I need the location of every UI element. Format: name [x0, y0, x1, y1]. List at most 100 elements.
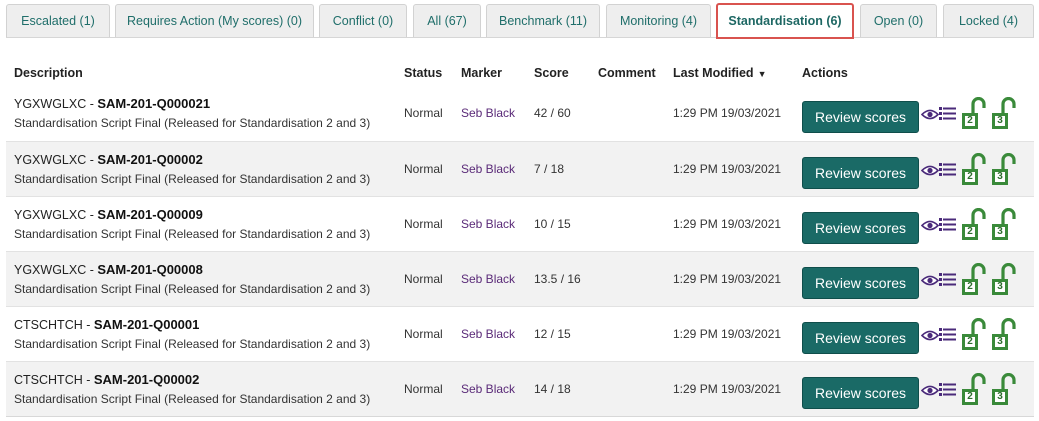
table-row: YGXWGLXC - SAM-201-Q00002 Standardisatio… [6, 141, 1034, 196]
list-icon[interactable] [939, 218, 956, 231]
script-subtitle: Standardisation Script Final (Released f… [14, 282, 371, 296]
tab-conflict[interactable]: Conflict (0) [319, 4, 407, 37]
list-icon[interactable] [939, 107, 956, 120]
tab-escalated[interactable]: Escalated (1) [6, 4, 110, 37]
unlocked-padlock-icon[interactable]: 2 [960, 373, 988, 407]
unlocked-padlock-icon[interactable]: 3 [990, 208, 1018, 242]
col-marker[interactable]: Marker [461, 66, 502, 80]
script-title: YGXWGLXC - SAM-201-Q00009 [14, 207, 203, 222]
sort-desc-icon: ▼ [757, 69, 767, 79]
review-scores-button[interactable]: Review scores [802, 101, 919, 133]
script-code: SAM-201-Q00009 [97, 207, 203, 222]
row-action-icons: 2 3 [920, 371, 1032, 407]
review-scores-button[interactable]: Review scores [802, 322, 919, 354]
row-action-icons: 2 3 [920, 316, 1032, 352]
unlocked-padlock-icon[interactable]: 3 [990, 97, 1018, 131]
col-last-modified[interactable]: Last Modified ▼ [673, 66, 766, 80]
table-row: YGXWGLXC - SAM-201-Q00009 Standardisatio… [6, 196, 1034, 251]
script-title: YGXWGLXC - SAM-201-Q000021 [14, 96, 210, 111]
eye-icon[interactable] [921, 220, 939, 231]
review-scores-button[interactable]: Review scores [802, 267, 919, 299]
tab-all[interactable]: All (67) [413, 4, 481, 37]
last-modified-text: 1:29 PM 19/03/2021 [673, 217, 782, 231]
status-text: Normal [404, 106, 443, 120]
score-text: 42 / 60 [534, 106, 571, 120]
col-actions: Actions [802, 66, 848, 80]
marker-link[interactable]: Seb Black [461, 162, 515, 176]
status-text: Normal [404, 162, 443, 176]
last-modified-text: 1:29 PM 19/03/2021 [673, 327, 782, 341]
eye-icon[interactable] [921, 275, 939, 286]
tab-standardisation[interactable]: Standardisation (6) [716, 3, 854, 39]
review-scores-button[interactable]: Review scores [802, 212, 919, 244]
marker-link[interactable]: Seb Black [461, 272, 515, 286]
lock-level-label: 2 [967, 171, 973, 182]
review-scores-button[interactable]: Review scores [802, 377, 919, 409]
unlocked-padlock-icon[interactable]: 2 [960, 208, 988, 242]
list-icon[interactable] [939, 163, 956, 176]
marker-link[interactable]: Seb Black [461, 382, 515, 396]
lock-level-label: 2 [967, 115, 973, 126]
tab-benchmark[interactable]: Benchmark (11) [486, 4, 600, 37]
status-text: Normal [404, 272, 443, 286]
lock-level-label: 2 [967, 336, 973, 347]
col-score[interactable]: Score [534, 66, 569, 80]
row-action-icons: 2 3 [920, 206, 1032, 242]
scripts-table: Description Status Marker Score Comment … [6, 56, 1034, 417]
lock-level-label: 2 [967, 226, 973, 237]
row-action-icons: 2 3 [920, 151, 1032, 187]
eye-icon[interactable] [921, 165, 939, 176]
unlocked-padlock-icon[interactable]: 2 [960, 153, 988, 187]
unlocked-padlock-icon[interactable]: 3 [990, 373, 1018, 407]
tab-open[interactable]: Open (0) [860, 4, 937, 37]
tab-monitoring[interactable]: Monitoring (4) [606, 4, 711, 37]
score-text: 14 / 18 [534, 382, 571, 396]
list-icon[interactable] [939, 273, 956, 286]
score-text: 7 / 18 [534, 162, 565, 176]
marker-link[interactable]: Seb Black [461, 106, 515, 120]
status-text: Normal [404, 382, 443, 396]
col-comment[interactable]: Comment [598, 66, 656, 80]
unlocked-padlock-icon[interactable]: 3 [990, 153, 1018, 187]
script-title: CTSCHTCH - SAM-201-Q00001 [14, 317, 199, 332]
unlocked-padlock-icon[interactable]: 2 [960, 263, 988, 297]
eye-icon[interactable] [921, 330, 939, 341]
score-text: 10 / 15 [534, 217, 571, 231]
review-scores-button[interactable]: Review scores [802, 157, 919, 189]
lock-level-label: 3 [997, 281, 1003, 292]
row-action-icons: 2 3 [920, 261, 1032, 297]
eye-icon[interactable] [921, 109, 939, 120]
marker-link[interactable]: Seb Black [461, 217, 515, 231]
script-title: CTSCHTCH - SAM-201-Q00002 [14, 372, 199, 387]
lock-level-label: 2 [967, 391, 973, 402]
col-description[interactable]: Description [14, 66, 83, 80]
script-code: SAM-201-Q00002 [93, 372, 200, 387]
candidate-code: YGXWGLXC - [14, 263, 98, 277]
candidate-code: YGXWGLXC - [14, 97, 98, 111]
list-icon[interactable] [939, 328, 956, 341]
script-code: SAM-201-Q000021 [97, 96, 211, 111]
lock-level-label: 3 [997, 391, 1003, 402]
table-row: YGXWGLXC - SAM-201-Q000021 Standardisati… [6, 86, 1034, 141]
unlocked-padlock-icon[interactable]: 2 [960, 97, 988, 131]
tab-locked[interactable]: Locked (4) [943, 4, 1034, 37]
unlocked-padlock-icon[interactable]: 2 [960, 318, 988, 352]
table-body: YGXWGLXC - SAM-201-Q000021 Standardisati… [6, 86, 1034, 417]
status-text: Normal [404, 217, 443, 231]
last-modified-text: 1:29 PM 19/03/2021 [673, 162, 782, 176]
last-modified-text: 1:29 PM 19/03/2021 [673, 382, 782, 396]
eye-icon[interactable] [921, 385, 939, 396]
marker-link[interactable]: Seb Black [461, 327, 515, 341]
unlocked-padlock-icon[interactable]: 3 [990, 263, 1018, 297]
list-icon[interactable] [939, 383, 956, 396]
tab-requires-action[interactable]: Requires Action (My scores) (0) [115, 4, 314, 37]
lock-level-label: 2 [967, 281, 973, 292]
script-code: SAM-201-Q00001 [93, 317, 200, 332]
script-subtitle: Standardisation Script Final (Released f… [14, 392, 371, 406]
score-text: 12 / 15 [534, 327, 571, 341]
last-modified-text: 1:29 PM 19/03/2021 [673, 272, 782, 286]
unlocked-padlock-icon[interactable]: 3 [990, 318, 1018, 352]
col-status[interactable]: Status [404, 66, 442, 80]
candidate-code: YGXWGLXC - [14, 153, 98, 167]
col-last-modified-label: Last Modified [673, 66, 754, 80]
